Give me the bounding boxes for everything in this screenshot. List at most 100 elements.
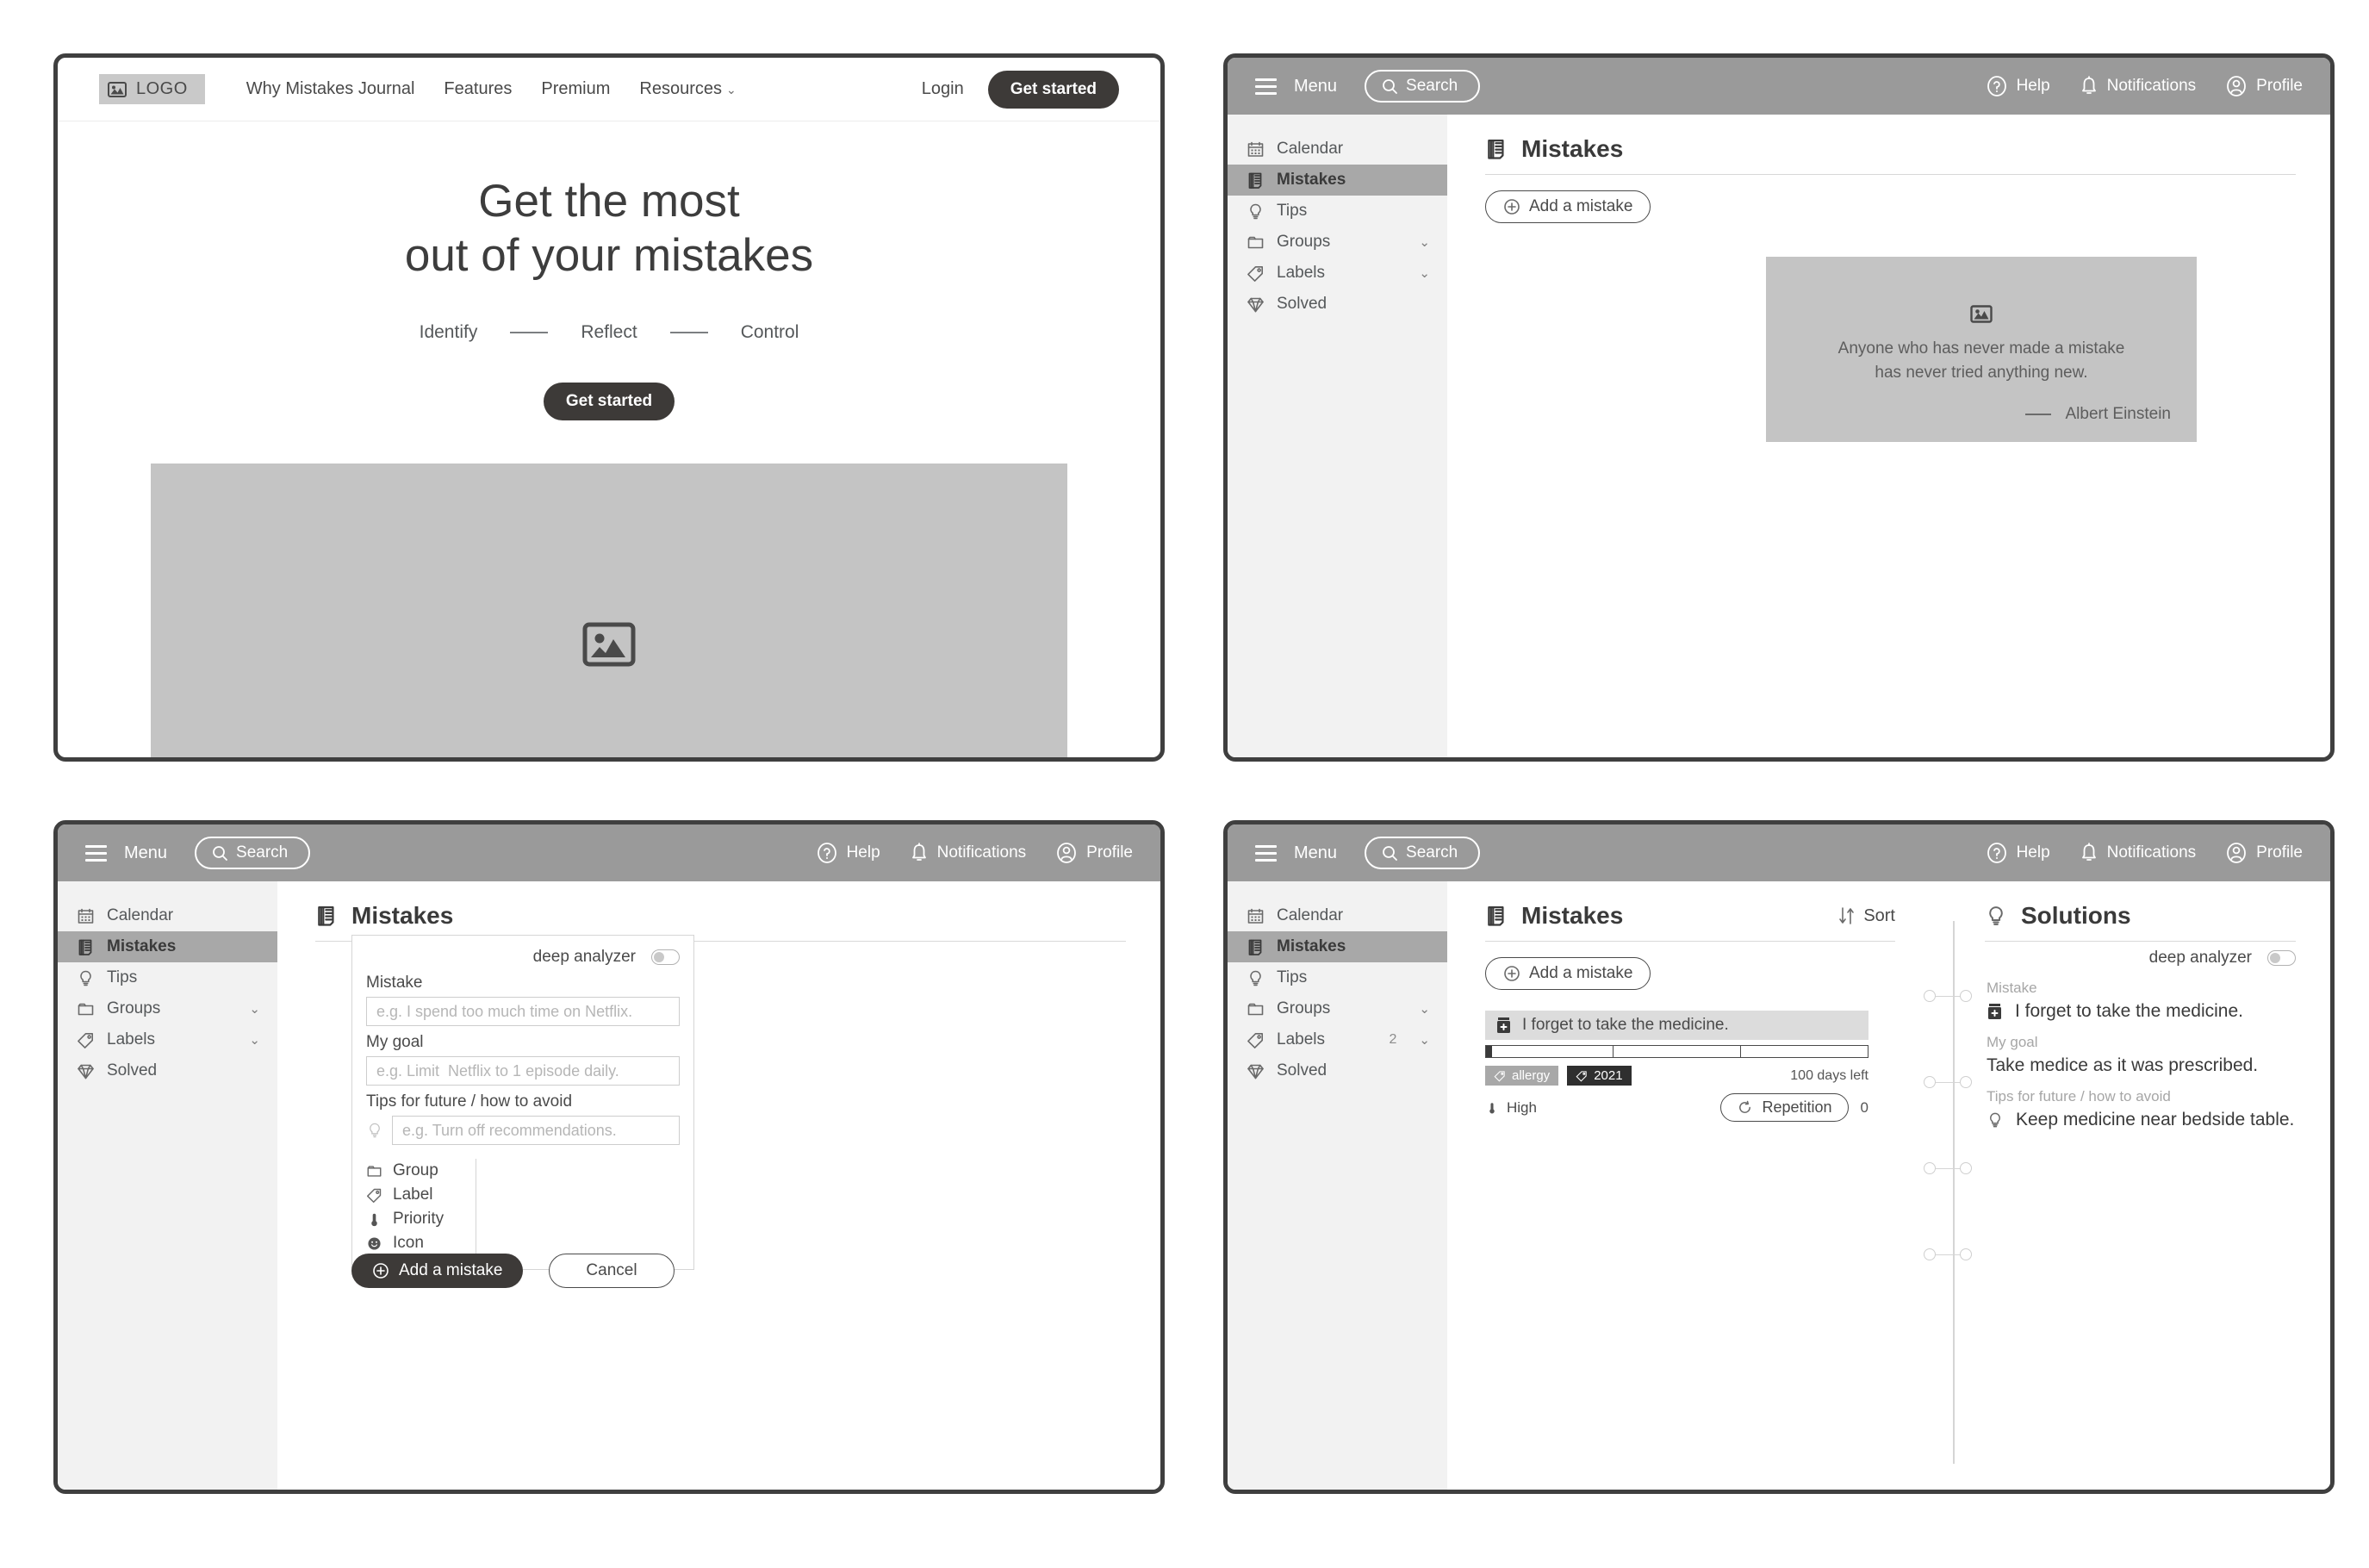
sidebar-item-tips[interactable]: Tips <box>58 962 277 993</box>
profile-button[interactable]: Profile <box>1055 842 1133 864</box>
menu-icon[interactable] <box>85 844 107 862</box>
nav-link-resources[interactable]: Resources ⌄ <box>639 79 736 99</box>
sidebar-item-tips[interactable]: Tips <box>1228 196 1447 227</box>
sidebar-item-mistakes[interactable]: Mistakes <box>1228 165 1447 196</box>
chevron-down-icon[interactable]: ⌄ <box>1419 265 1430 281</box>
get-started-button-hero[interactable]: Get started <box>543 383 675 421</box>
tag-icon <box>78 1032 93 1048</box>
sidebar-item-mistakes[interactable]: Mistakes <box>1228 931 1447 962</box>
metadata-label: Group <box>393 1161 438 1179</box>
folder-icon <box>1247 236 1264 248</box>
notifications-button[interactable]: Notifications <box>2080 842 2196 864</box>
metadata-row-priority[interactable]: Priority <box>366 1207 467 1231</box>
menu-icon[interactable] <box>1255 78 1277 95</box>
cancel-button[interactable]: Cancel <box>549 1254 675 1288</box>
sidebar-item-groups[interactable]: Groups ⌄ <box>58 993 277 1024</box>
main-content: Mistakes deep analyzer Mistake My goal T… <box>277 881 1160 1490</box>
nav-link-why-mistakes-journal[interactable]: Why Mistakes Journal <box>246 79 415 99</box>
notifications-button[interactable]: Notifications <box>910 842 1026 864</box>
chevron-down-icon[interactable]: ⌄ <box>1419 1032 1430 1048</box>
sidebar-item-groups[interactable]: Groups ⌄ <box>1228 993 1447 1024</box>
search-input[interactable]: Search <box>195 837 311 869</box>
search-input[interactable]: Search <box>1365 837 1481 869</box>
sidebar-item-tips[interactable]: Tips <box>1228 962 1447 993</box>
chevron-down-icon[interactable]: ⌄ <box>249 1001 260 1017</box>
main-content: Mistakes Sort Add a mistake I forget to … <box>1447 881 2330 1490</box>
sidebar-item-label: Solved <box>1277 1061 1328 1080</box>
tips-input[interactable] <box>392 1116 680 1145</box>
sidebar-item-labels[interactable]: Labels ⌄ <box>58 1024 277 1055</box>
get-started-button-nav[interactable]: Get started <box>987 70 1119 109</box>
label-chip-allergy[interactable]: allergy <box>1485 1066 1559 1086</box>
mistake-input[interactable] <box>366 997 680 1026</box>
submit-add-mistake-button[interactable]: Add a mistake <box>351 1254 524 1288</box>
deep-analyzer-toggle[interactable] <box>2267 950 2296 966</box>
nav-link-features[interactable]: Features <box>444 79 512 99</box>
label-chip-2021[interactable]: 2021 <box>1567 1066 1632 1086</box>
deep-analyzer-toggle[interactable] <box>651 949 680 965</box>
tips-field-value: Keep medicine near bedside table. <box>2016 1110 2295 1129</box>
solutions-body: deep analyzer Mistake I forget to take t… <box>1978 942 2330 1130</box>
menu-label[interactable]: Menu <box>1294 77 1337 96</box>
solutions-column: Solutions deep analyzer Mistake I forget… <box>1978 881 2330 1490</box>
bulb-icon <box>1250 203 1261 219</box>
bulb-icon <box>1250 970 1261 986</box>
plus-circle-icon <box>1504 199 1520 215</box>
metadata-row-icon[interactable]: Icon <box>366 1231 467 1255</box>
help-button[interactable]: Help <box>816 842 880 864</box>
help-button[interactable]: Help <box>1986 75 2050 97</box>
help-button[interactable]: Help <box>1986 842 2050 864</box>
metadata-row-label[interactable]: Label <box>366 1183 467 1207</box>
goal-input[interactable] <box>366 1056 680 1086</box>
goal-field-label: My goal <box>1987 1034 2038 1050</box>
tips-field-value-row: Keep medicine near bedside table. <box>1987 1110 2296 1130</box>
chevron-down-icon[interactable]: ⌄ <box>1419 234 1430 250</box>
sidebar-item-labels[interactable]: Labels ⌄ <box>1228 258 1447 289</box>
sidebar-item-solved[interactable]: Solved <box>58 1055 277 1086</box>
plus-circle-icon <box>373 1263 389 1279</box>
repetition-count: 0 <box>1860 1098 1868 1116</box>
menu-icon[interactable] <box>1255 844 1277 862</box>
sidebar-item-label: Calendar <box>1277 140 1344 158</box>
notebook-icon <box>318 905 334 926</box>
sidebar-item-calendar[interactable]: Calendar <box>58 900 277 931</box>
profile-button[interactable]: Profile <box>2225 75 2303 97</box>
sort-arrows-icon <box>1839 907 1855 924</box>
menu-label[interactable]: Menu <box>124 843 167 863</box>
sidebar-item-solved[interactable]: Solved <box>1228 1055 1447 1086</box>
repetition-button[interactable]: Repetition <box>1720 1093 1849 1122</box>
search-input[interactable]: Search <box>1365 70 1481 103</box>
sidebar-item-solved[interactable]: Solved <box>1228 289 1447 320</box>
profile-button[interactable]: Profile <box>2225 842 2303 864</box>
metadata-values-area[interactable] <box>476 1159 680 1255</box>
add-mistake-button[interactable]: Add a mistake <box>1485 957 1651 990</box>
quote-attribution: Albert Einstein <box>2025 405 2171 424</box>
deep-analyzer-row: deep analyzer <box>1987 949 2296 968</box>
progress-segment <box>1486 1046 1614 1057</box>
chevron-down-icon[interactable]: ⌄ <box>1419 1001 1430 1017</box>
sidebar-item-groups[interactable]: Groups ⌄ <box>1228 227 1447 258</box>
sidebar-item-calendar[interactable]: Calendar <box>1228 900 1447 931</box>
main-content: Mistakes Add a mistake Anyone who has ne… <box>1447 115 2330 757</box>
metadata-row-group[interactable]: Group <box>366 1159 467 1183</box>
nav-link-premium[interactable]: Premium <box>541 79 610 99</box>
add-mistake-button[interactable]: Add a mistake <box>1485 190 1651 223</box>
bulb-icon <box>80 970 91 986</box>
menu-label[interactable]: Menu <box>1294 843 1337 863</box>
sidebar-item-calendar[interactable]: Calendar <box>1228 134 1447 165</box>
timeline-connector <box>1936 1254 1960 1255</box>
login-link[interactable]: Login <box>922 79 964 99</box>
sidebar-item-labels[interactable]: Labels 2 ⌄ <box>1228 1024 1447 1055</box>
sidebar-item-label: Groups <box>107 999 161 1017</box>
folder-icon <box>1247 1003 1264 1015</box>
sort-button[interactable]: Sort <box>1837 905 1895 926</box>
logo[interactable]: LOGO <box>99 74 205 104</box>
notifications-button[interactable]: Notifications <box>2080 75 2196 97</box>
mistake-row[interactable]: I forget to take the medicine. <box>1485 1011 1868 1040</box>
mistake-list-item[interactable]: I forget to take the medicine. allergy 2… <box>1485 1011 1868 1122</box>
sidebar-item-label: Calendar <box>107 906 174 924</box>
nav-link-resources-label: Resources <box>639 79 722 98</box>
chevron-down-icon[interactable]: ⌄ <box>249 1032 260 1048</box>
sidebar-item-mistakes[interactable]: Mistakes <box>58 931 277 962</box>
smiley-icon <box>368 1236 381 1250</box>
